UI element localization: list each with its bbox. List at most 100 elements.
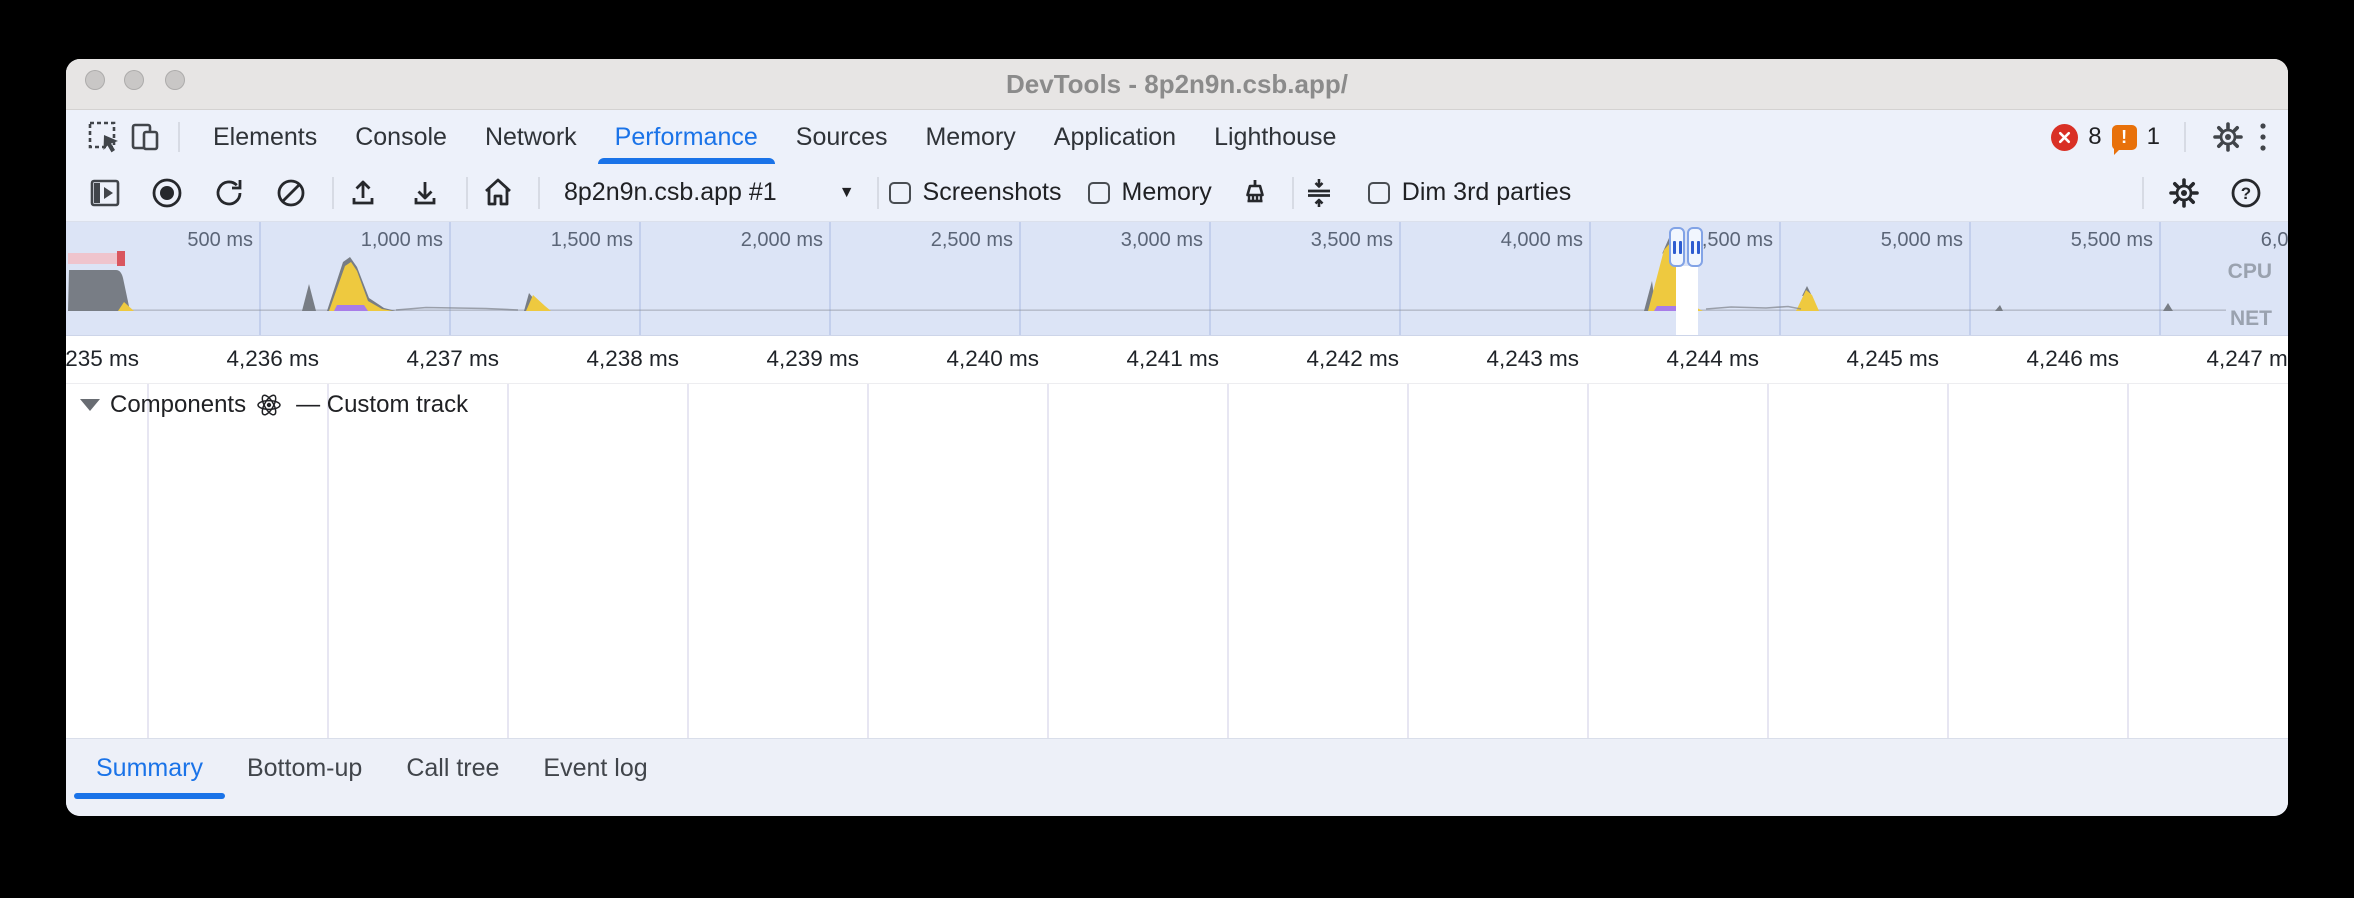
bottom-tab[interactable]: Call tree — [384, 739, 521, 797]
show-sidebar-button[interactable] — [88, 176, 122, 210]
bottom-tab[interactable]: Bottom-up — [225, 739, 384, 797]
bottom-tabbar: SummaryBottom-upCall treeEvent log — [66, 738, 2288, 816]
gridline — [507, 384, 509, 738]
detail-tick-label: 4,239 ms — [659, 346, 859, 372]
divider — [332, 177, 334, 209]
divider — [538, 177, 540, 209]
gear-icon — [2210, 119, 2246, 155]
capture-settings-button[interactable] — [2166, 175, 2202, 211]
issue-count[interactable]: 1 — [2147, 123, 2160, 151]
panel-tab[interactable]: Console — [336, 110, 466, 164]
bottom-tab[interactable]: Summary — [74, 739, 225, 797]
gridline — [1587, 384, 1589, 738]
detail-tick-label: 4,237 ms — [299, 346, 499, 372]
error-x-icon — [2057, 130, 2072, 145]
save-profile-button[interactable] — [408, 176, 442, 210]
cpu-activity-chart — [66, 222, 2288, 336]
dim-3rd-parties-checkbox[interactable] — [1368, 182, 1390, 204]
dim-3rd-parties-checkbox-group: Dim 3rd parties — [1368, 178, 1572, 207]
divider — [2142, 177, 2144, 209]
minimize-window-button[interactable] — [124, 70, 144, 90]
close-window-button[interactable] — [85, 70, 105, 90]
panel-tab[interactable]: Lighthouse — [1195, 110, 1355, 164]
panel-tabs: ElementsConsoleNetworkPerformanceSources… — [194, 110, 1355, 164]
selection-right-handle[interactable] — [1687, 227, 1703, 267]
panel-tab[interactable]: Memory — [906, 110, 1034, 164]
more-options-button[interactable] — [2256, 120, 2270, 154]
panel-tab[interactable]: Performance — [596, 110, 777, 164]
devtools-tabbar: ElementsConsoleNetworkPerformanceSources… — [66, 110, 2288, 164]
timeline-overview[interactable]: 500 ms 1,000 ms 1,500 ms 2,000 ms 2,500 … — [66, 222, 2288, 336]
divider — [466, 177, 468, 209]
tabbar-status: 8 ! 1 — [2051, 119, 2270, 155]
components-track-header[interactable]: Components — Custom track — [66, 389, 468, 421]
download-icon — [408, 176, 442, 210]
collapse-triangle-icon[interactable] — [80, 399, 100, 411]
collapse-arrows-icon — [1302, 176, 1336, 210]
issues-badge-icon[interactable]: ! — [2112, 125, 2137, 150]
maximize-window-button[interactable] — [165, 70, 185, 90]
grip-icon — [1697, 241, 1700, 254]
memory-checkbox[interactable] — [1088, 182, 1110, 204]
detail-tick-label: 4,242 ms — [1199, 346, 1399, 372]
reload-icon — [212, 176, 246, 210]
detail-tick-label: 4,238 ms — [479, 346, 679, 372]
gridline — [687, 384, 689, 738]
memory-label[interactable]: Memory — [1122, 178, 1212, 207]
record-and-reload-button[interactable] — [212, 176, 246, 210]
upload-icon — [346, 176, 380, 210]
screenshots-checkbox[interactable] — [889, 182, 911, 204]
help-button[interactable]: ? — [2228, 175, 2264, 211]
collapse-sections-button[interactable] — [1302, 176, 1336, 210]
titlebar: DevTools - 8p2n9n.csb.app/ — [66, 59, 2288, 110]
flame-chart-area[interactable]: Components — Custom track HomePageVideoV… — [66, 384, 2288, 738]
divider — [1292, 177, 1294, 209]
live-metrics-button[interactable] — [480, 175, 516, 211]
gridline — [1227, 384, 1229, 738]
detail-tick-label: 4,241 ms — [1019, 346, 1219, 372]
window-title: DevTools - 8p2n9n.csb.app/ — [66, 59, 2288, 109]
collect-garbage-icon — [1238, 176, 1272, 210]
target-selector-value: 8p2n9n.csb.app #1 — [564, 178, 777, 207]
dim-3rd-parties-label[interactable]: Dim 3rd parties — [1402, 178, 1572, 207]
device-toolbar-icon — [128, 119, 164, 155]
selection-left-handle[interactable] — [1669, 227, 1685, 267]
detail-time-ruler: 4,235 ms 4,236 ms 4,237 ms 4,238 ms 4,23… — [66, 336, 2288, 384]
record-button[interactable] — [150, 176, 184, 210]
panel-tab[interactable]: Application — [1035, 110, 1195, 164]
inspect-element-button[interactable] — [86, 119, 122, 155]
error-badge-icon[interactable] — [2051, 124, 2078, 151]
selection-window[interactable] — [1676, 266, 1698, 335]
bottom-tab[interactable]: Event log — [521, 739, 669, 797]
gridline — [2127, 384, 2129, 738]
panel-tab[interactable]: Sources — [777, 110, 907, 164]
record-icon — [150, 176, 184, 210]
svg-text:?: ? — [2241, 184, 2251, 203]
toggle-device-toolbar-button[interactable] — [128, 119, 164, 155]
clear-button[interactable] — [274, 176, 308, 210]
target-selector-dropdown[interactable]: 8p2n9n.csb.app #1 ▼ — [564, 178, 855, 207]
settings-button[interactable] — [2210, 119, 2246, 155]
screenshots-checkbox-group: Screenshots — [889, 178, 1062, 207]
net-lane-label: NET — [2052, 307, 2272, 331]
bottom-tabs: SummaryBottom-upCall treeEvent log — [74, 739, 670, 797]
divider — [2184, 122, 2186, 152]
tabbar-lead-icons — [86, 119, 194, 155]
chevron-down-icon: ▼ — [839, 184, 855, 202]
grip-icon — [1691, 241, 1694, 254]
react-atom-icon — [256, 392, 282, 418]
detail-tick-label: 4,247 ms — [2099, 346, 2288, 372]
cpu-lane-label: CPU — [2052, 260, 2272, 284]
load-profile-button[interactable] — [346, 176, 380, 210]
collect-garbage-button[interactable] — [1238, 176, 1272, 210]
performance-toolbar: 8p2n9n.csb.app #1 ▼ Screenshots Memory — [66, 164, 2288, 222]
screenshots-label[interactable]: Screenshots — [923, 178, 1062, 207]
gridline — [147, 384, 149, 738]
inspect-cursor-icon — [86, 119, 122, 155]
detail-tick-label: 4,243 ms — [1379, 346, 1579, 372]
gridline — [1047, 384, 1049, 738]
gridline — [327, 384, 329, 738]
panel-tab[interactable]: Elements — [194, 110, 336, 164]
error-count[interactable]: 8 — [2088, 123, 2101, 151]
panel-tab[interactable]: Network — [466, 110, 596, 164]
